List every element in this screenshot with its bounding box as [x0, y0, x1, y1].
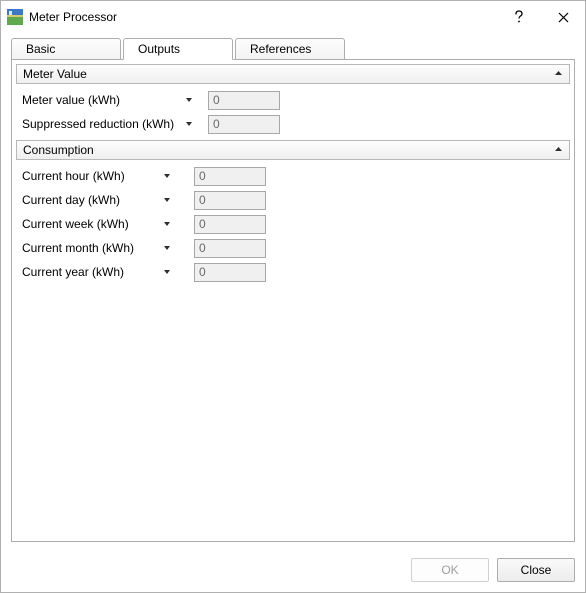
- label-current-day: Current day (kWh): [22, 193, 140, 207]
- section-title: Meter Value: [23, 67, 87, 81]
- tabs-row: Basic Outputs References: [11, 37, 575, 59]
- chevron-down-icon: [163, 220, 171, 228]
- dropdown-suppressed-reduction[interactable]: [170, 120, 208, 128]
- dialog-footer: OK Close: [1, 548, 585, 592]
- row-suppressed-reduction: Suppressed reduction (kWh) 0: [16, 112, 570, 136]
- section-body-meter-value: Meter value (kWh) 0 Suppressed reduction…: [16, 84, 570, 138]
- row-current-day: Current day (kWh) 0: [16, 188, 570, 212]
- close-button[interactable]: Close: [497, 558, 575, 582]
- section-title: Consumption: [23, 143, 94, 157]
- tab-label: Basic: [26, 42, 55, 56]
- collapse-icon: [554, 143, 563, 157]
- dropdown-current-month[interactable]: [140, 244, 194, 252]
- titlebar-controls: [497, 1, 585, 33]
- input-current-month[interactable]: 0: [194, 239, 266, 258]
- close-icon: [558, 12, 569, 23]
- close-window-button[interactable]: [541, 1, 585, 33]
- section-header-consumption[interactable]: Consumption: [16, 140, 570, 160]
- content-area: Basic Outputs References Meter Value Met…: [1, 33, 585, 548]
- label-current-hour: Current hour (kWh): [22, 169, 140, 183]
- tab-basic[interactable]: Basic: [11, 38, 121, 60]
- tab-outputs[interactable]: Outputs: [123, 38, 233, 60]
- row-current-month: Current month (kWh) 0: [16, 236, 570, 260]
- dropdown-current-week[interactable]: [140, 220, 194, 228]
- label-meter-value: Meter value (kWh): [22, 93, 170, 107]
- dialog-window: Meter Processor Basic Outputs: [0, 0, 586, 593]
- chevron-down-icon: [163, 244, 171, 252]
- input-meter-value[interactable]: 0: [208, 91, 280, 110]
- tab-panel-outputs: Meter Value Meter value (kWh) 0 Suppress…: [11, 59, 575, 542]
- tab-label: References: [250, 42, 311, 56]
- input-suppressed-reduction[interactable]: 0: [208, 115, 280, 134]
- input-current-week[interactable]: 0: [194, 215, 266, 234]
- collapse-icon: [554, 67, 563, 81]
- titlebar: Meter Processor: [1, 1, 585, 33]
- label-current-week: Current week (kWh): [22, 217, 140, 231]
- chevron-down-icon: [163, 172, 171, 180]
- window-title: Meter Processor: [29, 10, 497, 24]
- label-current-year: Current year (kWh): [22, 265, 140, 279]
- dropdown-current-day[interactable]: [140, 196, 194, 204]
- row-current-week: Current week (kWh) 0: [16, 212, 570, 236]
- chevron-down-icon: [185, 120, 193, 128]
- chevron-down-icon: [185, 96, 193, 104]
- dropdown-meter-value[interactable]: [170, 96, 208, 104]
- row-current-year: Current year (kWh) 0: [16, 260, 570, 284]
- tab-label: Outputs: [138, 42, 180, 56]
- app-icon: [7, 9, 23, 25]
- dropdown-current-hour[interactable]: [140, 172, 194, 180]
- chevron-down-icon: [163, 196, 171, 204]
- input-current-hour[interactable]: 0: [194, 167, 266, 186]
- ok-button[interactable]: OK: [411, 558, 489, 582]
- help-icon: [514, 10, 524, 24]
- chevron-down-icon: [163, 268, 171, 276]
- input-current-year[interactable]: 0: [194, 263, 266, 282]
- row-current-hour: Current hour (kWh) 0: [16, 164, 570, 188]
- section-header-meter-value[interactable]: Meter Value: [16, 64, 570, 84]
- tab-references[interactable]: References: [235, 38, 345, 60]
- label-suppressed-reduction: Suppressed reduction (kWh): [22, 117, 170, 131]
- dropdown-current-year[interactable]: [140, 268, 194, 276]
- section-body-consumption: Current hour (kWh) 0 Current day (kWh) 0…: [16, 160, 570, 286]
- help-button[interactable]: [497, 1, 541, 33]
- input-current-day[interactable]: 0: [194, 191, 266, 210]
- label-current-month: Current month (kWh): [22, 241, 140, 255]
- row-meter-value: Meter value (kWh) 0: [16, 88, 570, 112]
